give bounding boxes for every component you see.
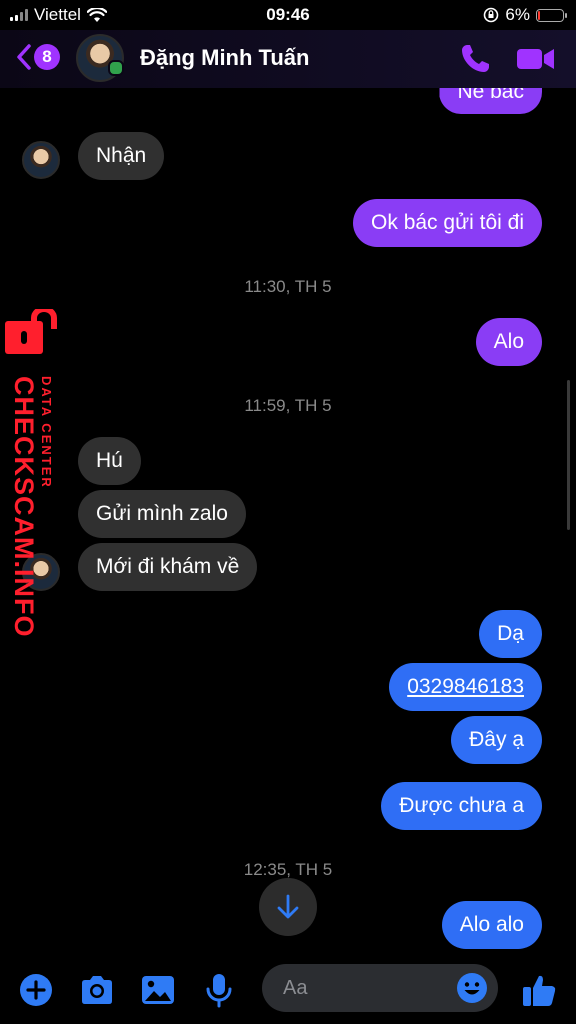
timestamp: 11:30, TH 5 [244,277,332,296]
message-bubble-outgoing[interactable]: Alo [475,318,542,366]
message-bubble-incoming[interactable]: Gửi mình zalo [78,490,246,538]
contact-avatar[interactable] [76,34,124,82]
timestamp: 11:59, TH 5 [244,396,332,415]
message-bubble-incoming[interactable]: Nhận [78,132,165,180]
image-icon[interactable] [140,972,176,1008]
emoji-icon[interactable] [456,972,488,1004]
timestamp: 12:35, TH 5 [243,860,333,879]
message-bubble-outgoing[interactable]: Dạ [479,610,542,658]
chat-header: 8 Đặng Minh Tuấn [0,30,576,88]
arrow-down-icon [277,894,299,919]
lock-icon [5,309,57,354]
battery-percent: 6% [505,5,530,24]
camera-icon[interactable] [79,972,115,1008]
status-right: 6% [483,5,567,25]
unread-badge: 8 [34,44,60,70]
watermark: DATA CENTER CHECKSCAM.INFO [8,376,54,638]
message-bubble-incoming[interactable]: Hú [78,437,141,485]
back-button[interactable]: 8 [16,43,60,71]
microphone-icon[interactable] [201,972,237,1008]
phone-icon[interactable] [458,42,492,76]
phone-number-link[interactable]: 0329846183 [389,663,542,711]
back-chevron-icon [17,44,31,70]
watermark-subtitle: DATA CENTER [39,376,54,489]
battery-icon [536,8,567,22]
status-bar: Viettel 09:46 6% [0,0,576,30]
sender-avatar[interactable] [22,141,60,179]
scrollbar[interactable] [567,380,570,530]
video-camera-icon[interactable] [516,42,556,76]
message-bubble-incoming[interactable]: Mới đi khám về [78,543,258,591]
orientation-lock-icon [484,7,499,23]
message-bubble-outgoing[interactable]: Alo alo [441,901,542,949]
contact-name[interactable]: Đặng Minh Tuấn [140,45,309,71]
message-bubble-outgoing[interactable]: Ok bác gửi tôi đi [353,199,542,247]
message-input[interactable]: Aa [262,964,498,1012]
watermark-title: CHECKSCAM.INFO [9,376,39,638]
thumbs-up-icon[interactable] [521,972,557,1008]
message-bubble-outgoing[interactable]: Đây ạ [451,716,542,764]
online-status-dot [108,60,124,76]
message-bubble-outgoing[interactable]: Được chưa a [381,782,542,830]
plus-icon[interactable] [18,972,54,1008]
input-placeholder: Aa [283,977,308,999]
scroll-to-bottom-button[interactable] [259,878,317,936]
